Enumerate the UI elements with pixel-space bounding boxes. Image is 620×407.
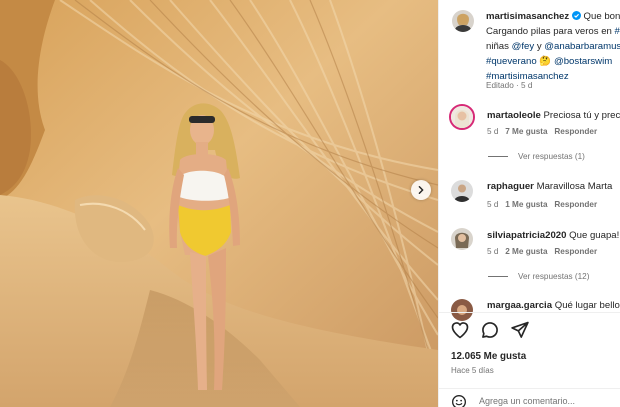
comment-likes[interactable]: 2 Me gusta	[505, 247, 547, 256]
view-replies-label: Ver respuestas (12)	[518, 272, 590, 281]
avatar-image	[451, 106, 473, 128]
chevron-right-icon	[418, 186, 424, 194]
post-caption: martisimasanchez Que bon Cargando pilas …	[486, 9, 620, 84]
replies-divider	[488, 156, 508, 157]
add-comment-input[interactable]	[479, 396, 609, 406]
post-photo[interactable]	[0, 0, 438, 407]
likes-count[interactable]: 12.065 Me gusta	[451, 351, 526, 362]
send-icon	[511, 321, 529, 338]
comment-username[interactable]: margaa.garcia	[487, 300, 552, 311]
comment-text: Qué lugar bello	[554, 300, 620, 311]
comment-avatar[interactable]	[449, 104, 475, 130]
comment-text: Preciosa tú y prec	[543, 110, 620, 121]
comment-age: 5 d	[487, 127, 499, 136]
share-button[interactable]	[510, 320, 530, 340]
post-timestamp: Hace 5 días	[451, 366, 494, 375]
avatar-image	[451, 180, 473, 202]
comment-text: Que guapa!	[569, 230, 620, 241]
comment-reply-button[interactable]: Responder	[554, 247, 597, 256]
comment-line: martaoleole Preciosa tú y prec	[487, 110, 620, 122]
author-avatar[interactable]	[452, 10, 474, 32]
comment-likes[interactable]: 7 Me gusta	[505, 127, 547, 136]
avatar-image	[452, 10, 474, 32]
caption-hashtag-queverano[interactable]: #queverano	[486, 56, 537, 67]
post-image	[0, 0, 438, 407]
caption-mention-anabarbara[interactable]: @anabarbaramus	[544, 41, 620, 52]
caption-mention-fey[interactable]: @fey	[512, 41, 535, 52]
comment-avatar[interactable]	[451, 228, 473, 250]
post-side-panel: martisimasanchez Que bon Cargando pilas …	[438, 0, 620, 407]
avatar-image	[451, 299, 473, 321]
next-photo-button[interactable]	[411, 180, 431, 200]
comment-line: raphaguer Maravillosa Marta	[487, 181, 612, 193]
comment-button[interactable]	[480, 320, 500, 340]
verified-badge-icon	[571, 11, 581, 20]
comment-age: 5 d	[487, 200, 499, 209]
edited-label: Editado · 5 d	[486, 81, 533, 90]
caption-hashtag-truncated[interactable]: #	[615, 26, 620, 37]
comment-avatar[interactable]	[451, 180, 473, 202]
comment-avatar[interactable]	[451, 299, 473, 321]
comment-meta: 5 d 1 Me gusta Responder	[487, 200, 597, 209]
actions-divider	[439, 312, 620, 313]
caption-text-2: Cargando pilas para veros en	[486, 26, 612, 37]
caption-mention-bostarswim[interactable]: @bostarswim	[554, 56, 612, 67]
caption-and: y	[536, 41, 542, 52]
replies-divider	[488, 276, 508, 277]
comment-bubble-icon	[482, 322, 498, 338]
caption-emoji: 🤔	[539, 56, 552, 67]
avatar-image	[451, 228, 473, 250]
view-replies-button[interactable]: Ver respuestas (1)	[488, 152, 585, 161]
view-replies-label: Ver respuestas (1)	[518, 152, 585, 161]
emoji-smiley-icon	[452, 395, 466, 407]
comment-reply-button[interactable]: Responder	[554, 200, 597, 209]
comment-username[interactable]: raphaguer	[487, 181, 534, 192]
heart-icon	[451, 322, 469, 339]
comment-likes[interactable]: 1 Me gusta	[505, 200, 547, 209]
comment-username[interactable]: silviapatricia2020	[487, 230, 566, 241]
caption-text-3: niñas	[486, 41, 509, 52]
emoji-button[interactable]	[451, 394, 467, 407]
like-button[interactable]	[450, 320, 470, 340]
comment-text: Maravillosa Marta	[536, 181, 613, 192]
comment-reply-button[interactable]: Responder	[554, 127, 597, 136]
add-comment-bar	[439, 388, 620, 407]
caption-text-1: Que bon	[583, 11, 620, 22]
comment-age: 5 d	[487, 247, 499, 256]
author-username[interactable]: martisimasanchez	[486, 11, 569, 22]
comment-meta: 5 d 7 Me gusta Responder	[487, 127, 597, 136]
comment-username[interactable]: martaoleole	[487, 110, 541, 121]
comment-meta: 5 d 2 Me gusta Responder	[487, 247, 597, 256]
action-bar	[450, 320, 530, 340]
view-replies-button[interactable]: Ver respuestas (12)	[488, 272, 589, 281]
comment-line: silviapatricia2020 Que guapa!	[487, 230, 619, 242]
comment-line: margaa.garcia Qué lugar bello	[487, 300, 620, 312]
